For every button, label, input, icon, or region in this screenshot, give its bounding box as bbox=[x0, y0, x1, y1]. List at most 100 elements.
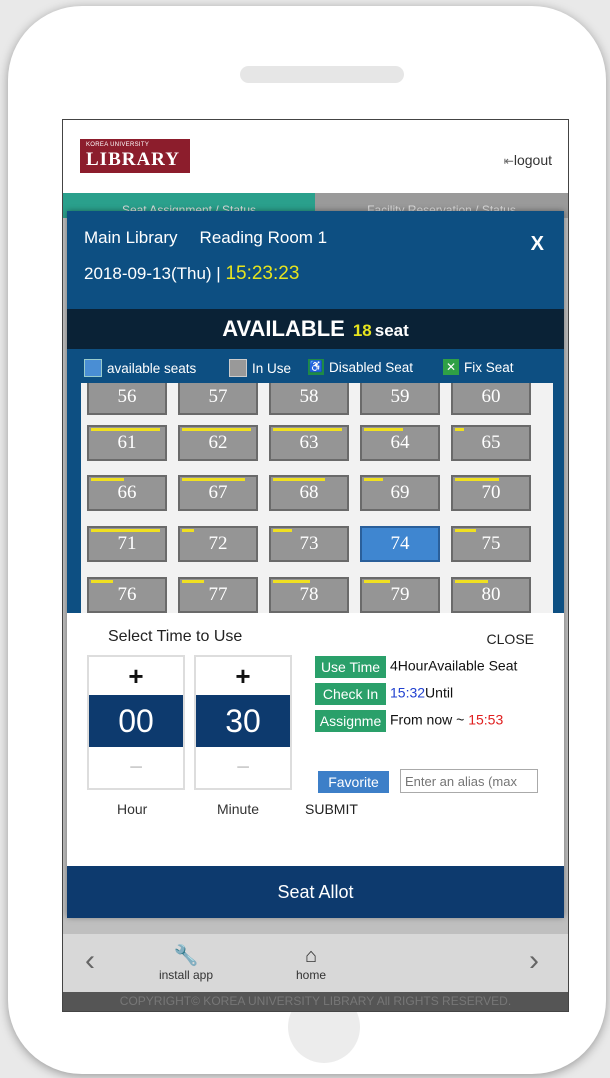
seat-57[interactable]: 57 bbox=[178, 383, 258, 415]
hour-stepper: + 00 − bbox=[87, 655, 185, 790]
seat-number: 72 bbox=[208, 533, 228, 554]
seat-usage-bar bbox=[273, 428, 342, 431]
house-icon: ⌂ bbox=[304, 945, 318, 967]
legend-fix: ✕ Fix Seat bbox=[443, 359, 514, 375]
seat-usage-bar bbox=[182, 478, 245, 481]
phone-speaker bbox=[240, 66, 404, 83]
check-in-suffix: Until bbox=[425, 684, 454, 701]
seat-59[interactable]: 59 bbox=[360, 383, 440, 415]
seat-usage-bar bbox=[91, 529, 160, 532]
minute-plus-button[interactable]: + bbox=[196, 657, 290, 695]
seat-usage-bar bbox=[273, 478, 325, 481]
seat-number: 79 bbox=[390, 584, 410, 605]
minute-label: Minute bbox=[217, 801, 260, 817]
minute-minus-button[interactable]: − bbox=[196, 747, 290, 788]
seat-number: 78 bbox=[299, 584, 319, 605]
legend-available: available seats bbox=[84, 359, 196, 377]
logout-icon: ⇤ bbox=[503, 154, 514, 168]
use-time-text: 4HourAvailable Seat bbox=[390, 657, 518, 674]
home-nav-button[interactable]: ⌂ home bbox=[281, 944, 341, 982]
room-info: Main Library Reading Room 1 bbox=[84, 228, 349, 248]
favorite-button[interactable]: Favorite bbox=[318, 771, 389, 793]
availability-bar: AVAILABLE 18 seat bbox=[67, 309, 564, 349]
seat-usage-bar bbox=[364, 428, 403, 431]
assign-tag: Assignme bbox=[315, 710, 386, 732]
seat-60[interactable]: 60 bbox=[451, 383, 531, 415]
close-link[interactable]: CLOSE bbox=[487, 631, 534, 647]
seat-65[interactable]: 65 bbox=[451, 425, 531, 461]
seat-number: 74 bbox=[390, 533, 410, 554]
minute-stepper: + 30 − bbox=[194, 655, 292, 790]
seat-usage-bar bbox=[182, 529, 194, 532]
seat-number: 56 bbox=[117, 386, 137, 407]
home-label: home bbox=[295, 968, 327, 982]
seat-number: 66 bbox=[117, 482, 137, 503]
seat-56[interactable]: 56 bbox=[87, 383, 167, 415]
seat-69[interactable]: 69 bbox=[360, 475, 440, 511]
seat-number: 59 bbox=[390, 386, 410, 407]
tools-icon: ✕ bbox=[443, 359, 459, 375]
seat-78[interactable]: 78 bbox=[269, 577, 349, 613]
seat-68[interactable]: 68 bbox=[269, 475, 349, 511]
seat-allot-button[interactable]: Seat Allot bbox=[67, 866, 564, 918]
minute-value: 30 bbox=[196, 695, 290, 747]
legend-in-use: In Use bbox=[229, 359, 291, 377]
seat-66[interactable]: 66 bbox=[87, 475, 167, 511]
seat-61[interactable]: 61 bbox=[87, 425, 167, 461]
wheelchair-icon: ♿ bbox=[308, 359, 324, 375]
seat-70[interactable]: 70 bbox=[451, 475, 531, 511]
seat-usage-bar bbox=[91, 428, 160, 431]
chevron-left-icon[interactable]: ‹ bbox=[85, 944, 95, 978]
assign-time: 15:53 bbox=[468, 711, 504, 728]
library-logo[interactable]: KOREA UNIVERSITY LIBRARY bbox=[80, 139, 190, 173]
seat-63[interactable]: 63 bbox=[269, 425, 349, 461]
close-modal-button[interactable]: X bbox=[531, 233, 544, 256]
logout-link[interactable]: ⇤logout bbox=[504, 152, 552, 168]
room-name: Reading Room 1 bbox=[199, 228, 328, 247]
seat-58[interactable]: 58 bbox=[269, 383, 349, 415]
seat-77[interactable]: 77 bbox=[178, 577, 258, 613]
seat-number: 62 bbox=[208, 432, 228, 453]
seat-map[interactable]: 56 57 58 59 60 61 62 63 64 65 66 67 68 69 70 71 72 73 74 75… bbox=[81, 383, 553, 613]
seat-number: 75 bbox=[481, 533, 501, 554]
install-app-button[interactable]: 🔧 install app bbox=[151, 944, 221, 982]
legend-fix-label: Fix Seat bbox=[464, 359, 514, 375]
seat-76[interactable]: 76 bbox=[87, 577, 167, 613]
seat-62[interactable]: 62 bbox=[178, 425, 258, 461]
datetime: 2018-09-13(Thu) | 15:23:23 bbox=[84, 263, 299, 285]
seat-usage-bar bbox=[455, 478, 499, 481]
wrench-icon: 🔧 bbox=[173, 945, 199, 967]
seat-64[interactable]: 64 bbox=[360, 425, 440, 461]
seat-71[interactable]: 71 bbox=[87, 526, 167, 562]
app-header: KOREA UNIVERSITY LIBRARY ⇤logout bbox=[63, 120, 568, 193]
available-unit: seat bbox=[374, 321, 409, 340]
seat-number: 73 bbox=[299, 533, 319, 554]
seat-legend: available seats In Use ♿ Disabled Seat ✕ F… bbox=[67, 349, 564, 383]
seat-number: 61 bbox=[117, 432, 137, 453]
seat-72[interactable]: 72 bbox=[178, 526, 258, 562]
seat-usage-bar bbox=[455, 580, 488, 583]
alias-input[interactable] bbox=[400, 769, 538, 793]
seat-usage-bar bbox=[455, 529, 476, 532]
seat-number: 57 bbox=[208, 386, 228, 407]
seat-67[interactable]: 67 bbox=[178, 475, 258, 511]
chevron-right-icon[interactable]: › bbox=[529, 944, 539, 978]
legend-available-label: available seats bbox=[107, 360, 197, 376]
seat-74[interactable]: 74 bbox=[360, 526, 440, 562]
assign-row: Assignme From now ~ 15:53 bbox=[315, 710, 503, 732]
seat-79[interactable]: 79 bbox=[360, 577, 440, 613]
logo-big-text: LIBRARY bbox=[86, 149, 180, 170]
seat-75[interactable]: 75 bbox=[451, 526, 531, 562]
seat-number: 68 bbox=[299, 482, 319, 503]
assign-text: From now ~ bbox=[390, 711, 469, 728]
legend-disabled: ♿ Disabled Seat bbox=[308, 359, 413, 375]
seat-modal: Main Library Reading Room 1 2018-09-13(Th… bbox=[67, 211, 564, 917]
seat-80[interactable]: 80 bbox=[451, 577, 531, 613]
hour-minus-button[interactable]: − bbox=[89, 747, 183, 788]
seat-usage-bar bbox=[364, 478, 383, 481]
seat-map-frame: 56 57 58 59 60 61 62 63 64 65 66 67 68 69 70 71 72 73 74 75… bbox=[67, 383, 564, 613]
seat-number: 69 bbox=[390, 482, 410, 503]
seat-73[interactable]: 73 bbox=[269, 526, 349, 562]
submit-button[interactable]: SUBMIT bbox=[305, 801, 358, 817]
hour-plus-button[interactable]: + bbox=[89, 657, 183, 695]
